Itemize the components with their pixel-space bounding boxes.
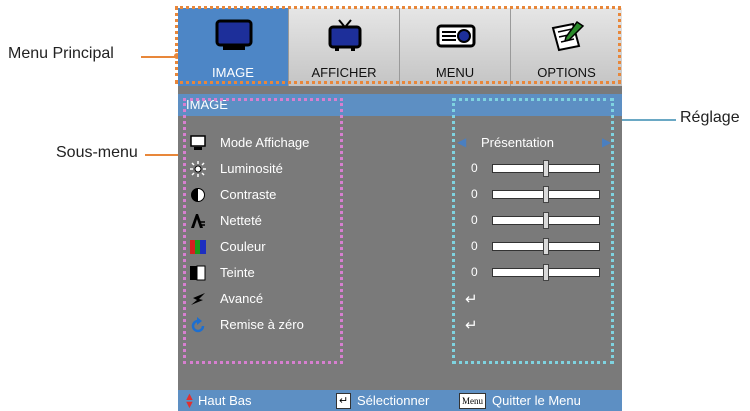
slider-value: 0	[471, 239, 478, 253]
callout-reglage: Réglage	[680, 109, 740, 126]
slider-value: 0	[471, 161, 478, 175]
tab-afficher[interactable]: AFFICHER	[289, 8, 400, 86]
tab-options-label: OPTIONS	[537, 65, 596, 80]
menu-row-nettete[interactable]: Netteté 0	[178, 208, 622, 234]
reset-icon	[191, 317, 205, 333]
color-icon	[190, 240, 206, 254]
menu-row-label: Contraste	[220, 187, 277, 202]
contrast-slider[interactable]	[492, 186, 600, 203]
menu-row-luminosite[interactable]: Luminosité 0	[178, 156, 622, 182]
slider-value: 0	[471, 187, 478, 201]
footer-nav-label: Haut Bas	[198, 393, 252, 408]
menu-row-contraste[interactable]: Contraste 0	[178, 182, 622, 208]
callout-sous-menu-leader	[145, 154, 181, 156]
submenu-header: IMAGE	[178, 94, 622, 116]
submenu-title: IMAGE	[186, 97, 228, 112]
tab-afficher-label: AFFICHER	[311, 65, 377, 80]
select-left-arrow-icon[interactable]: ◀	[457, 135, 466, 149]
callout-sous-menu: Sous-menu	[56, 144, 138, 161]
tint-icon	[190, 265, 206, 281]
menu-row-label: Remise à zéro	[220, 317, 304, 332]
tab-menu-label: MENU	[435, 65, 475, 80]
display-mode-value: Présentation	[481, 135, 554, 150]
callout-menu-principal-leader	[141, 56, 177, 58]
slider-knob[interactable]	[543, 186, 549, 203]
brightness-slider[interactable]	[492, 160, 600, 177]
slider-knob[interactable]	[543, 160, 549, 177]
advanced-icon	[191, 293, 205, 305]
select-right-arrow-icon[interactable]: ▶	[602, 135, 611, 149]
enter-icon[interactable]: ↵	[465, 316, 478, 334]
osd-footer: ▲ ▼ Haut Bas ↵ Sélectionner Menu Quitter …	[178, 390, 622, 411]
monitor-icon	[215, 19, 253, 50]
notepad-pencil-icon	[551, 20, 585, 52]
up-down-icon: ▲ ▼	[184, 391, 195, 411]
tab-options[interactable]: OPTIONS	[511, 8, 622, 86]
slider-knob[interactable]	[543, 238, 549, 255]
projector-icon	[436, 24, 476, 48]
slider-value: 0	[471, 265, 478, 279]
slider-knob[interactable]	[543, 212, 549, 229]
slider-value: 0	[471, 213, 478, 227]
menu-row-label: Netteté	[220, 213, 262, 228]
tab-image-label: IMAGE	[212, 65, 254, 80]
callout-reglage-leader	[616, 119, 676, 121]
menu-row-couleur[interactable]: Couleur 0	[178, 234, 622, 260]
main-menu-tabs: IMAGE AFFICHER MENU OPTIONS	[178, 8, 622, 86]
footer-quit-label: Quitter le Menu	[492, 393, 581, 408]
menu-row-label: Couleur	[220, 239, 266, 254]
menu-row-remise-a-zero[interactable]: Remise à zéro ↵	[178, 312, 622, 338]
enter-key-icon: ↵	[336, 393, 352, 409]
monitor-small-icon	[190, 135, 206, 150]
color-slider[interactable]	[492, 238, 600, 255]
menu-key-icon: Menu	[459, 393, 486, 409]
callout-menu-principal: Menu Principal	[8, 45, 114, 62]
menu-row-label: Teinte	[220, 265, 255, 280]
menu-row-label: Mode Affichage	[220, 135, 310, 150]
brightness-icon	[190, 161, 206, 177]
tv-icon	[328, 19, 362, 51]
tab-menu[interactable]: MENU	[400, 8, 511, 86]
menu-row-teinte[interactable]: Teinte 0	[178, 260, 622, 286]
tint-slider[interactable]	[492, 264, 600, 281]
contrast-icon	[191, 188, 205, 202]
menu-row-label: Avancé	[220, 291, 264, 306]
menu-row-label: Luminosité	[220, 161, 283, 176]
footer-select-label: Sélectionner	[357, 393, 430, 408]
sharpness-slider[interactable]	[492, 212, 600, 229]
osd-menu: IMAGE AFFICHER MENU OPTIONS IMAGE Mode A…	[175, 6, 622, 411]
menu-row-mode-affichage[interactable]: Mode Affichage ◀ Présentation ▶	[178, 130, 622, 156]
slider-knob[interactable]	[543, 264, 549, 281]
sharpness-icon	[191, 214, 205, 228]
tab-image[interactable]: IMAGE	[178, 8, 289, 86]
menu-row-avance[interactable]: Avancé ↵	[178, 286, 622, 312]
enter-icon[interactable]: ↵	[465, 290, 478, 308]
